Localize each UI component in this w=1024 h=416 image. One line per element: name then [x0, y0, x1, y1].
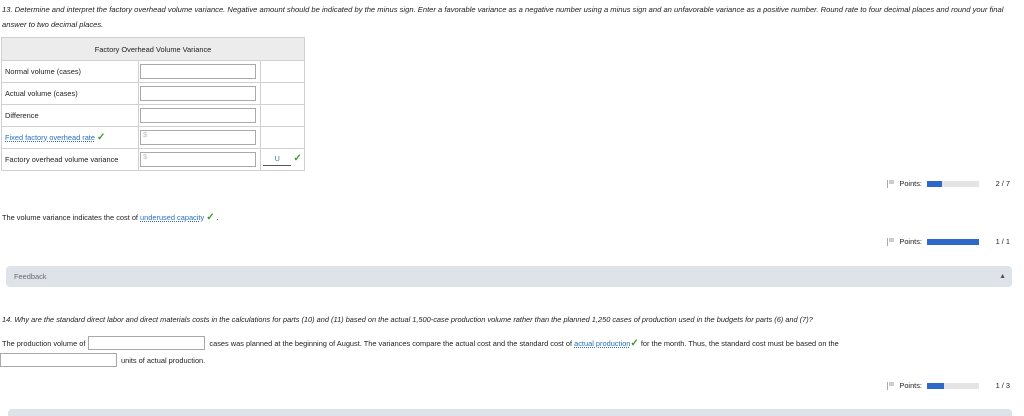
points-label: Points:: [899, 179, 922, 188]
points-indicator: Points: 1 / 3: [887, 381, 1010, 390]
fixed-overhead-rate-link[interactable]: Fixed factory overhead rate: [5, 133, 95, 142]
check-icon: ✓: [97, 132, 106, 143]
variance-status-select[interactable]: U: [263, 155, 292, 166]
dollar-prefix: $: [143, 132, 148, 139]
table-row: Normal volume (cases): [0, 60, 305, 83]
q14-answer-line-2: units of actual production.: [0, 353, 205, 367]
q14-answer-line: The production volume of cases was plann…: [2, 336, 839, 350]
row-label: Factory overhead volume variance: [0, 148, 140, 171]
difference-input[interactable]: [140, 108, 257, 123]
check-icon: ✓: [630, 337, 639, 349]
planned-cases-input[interactable]: [88, 336, 206, 350]
table-row: Factory overhead volume variance $ U ✓: [0, 148, 305, 171]
feedback-panel-toggle[interactable]: Feedback ▲: [6, 266, 1012, 287]
actual-production-select[interactable]: actual production: [574, 339, 630, 348]
points-score: 2 / 7: [995, 179, 1010, 188]
collapse-arrow-icon[interactable]: ▲: [999, 266, 1006, 287]
feedback-label: Feedback: [14, 272, 47, 281]
question-14-text: 14. Why are the standard direct labor an…: [2, 315, 813, 324]
row-label: Actual volume (cases): [0, 82, 140, 105]
table-row: Difference: [0, 104, 305, 127]
volume-answer-select[interactable]: underused capacity: [140, 213, 204, 222]
table-title: Factory Overhead Volume Variance: [1, 37, 305, 61]
flag-icon: [887, 237, 895, 246]
table-row: Actual volume (cases): [0, 82, 305, 105]
row-label: Normal volume (cases): [0, 60, 140, 83]
points-indicator: Points: 2 / 7: [887, 179, 1010, 188]
normal-volume-input[interactable]: [140, 64, 257, 79]
next-feedback-panel[interactable]: [8, 409, 1012, 416]
points-bar: [927, 180, 979, 187]
actual-volume-input[interactable]: [140, 86, 257, 101]
flag-icon: [887, 381, 895, 390]
volume-sentence: The volume variance indicates the cost o…: [2, 212, 219, 223]
points-label: Points:: [899, 381, 922, 390]
volume-variance-input[interactable]: $: [140, 152, 257, 167]
dollar-prefix: $: [143, 154, 148, 161]
check-icon: ✓: [293, 153, 302, 164]
check-icon: ✓: [206, 212, 215, 223]
points-score: 1 / 1: [995, 237, 1010, 246]
flag-icon: [887, 179, 895, 188]
points-label: Points:: [899, 237, 922, 246]
question-13-instructions: 13. Determine and interpret the factory …: [2, 5, 1004, 29]
fixed-overhead-rate-input[interactable]: $: [140, 130, 257, 145]
row-label: Difference: [0, 104, 140, 127]
points-bar: [927, 382, 979, 389]
table-row: Fixed factory overhead rate ✓ $: [0, 126, 305, 149]
actual-units-input[interactable]: [0, 353, 117, 367]
points-score: 1 / 3: [995, 381, 1010, 390]
overhead-volume-table: Factory Overhead Volume Variance Normal …: [0, 37, 305, 171]
points-bar: [927, 238, 979, 245]
points-indicator: Points: 1 / 1: [887, 237, 1010, 246]
